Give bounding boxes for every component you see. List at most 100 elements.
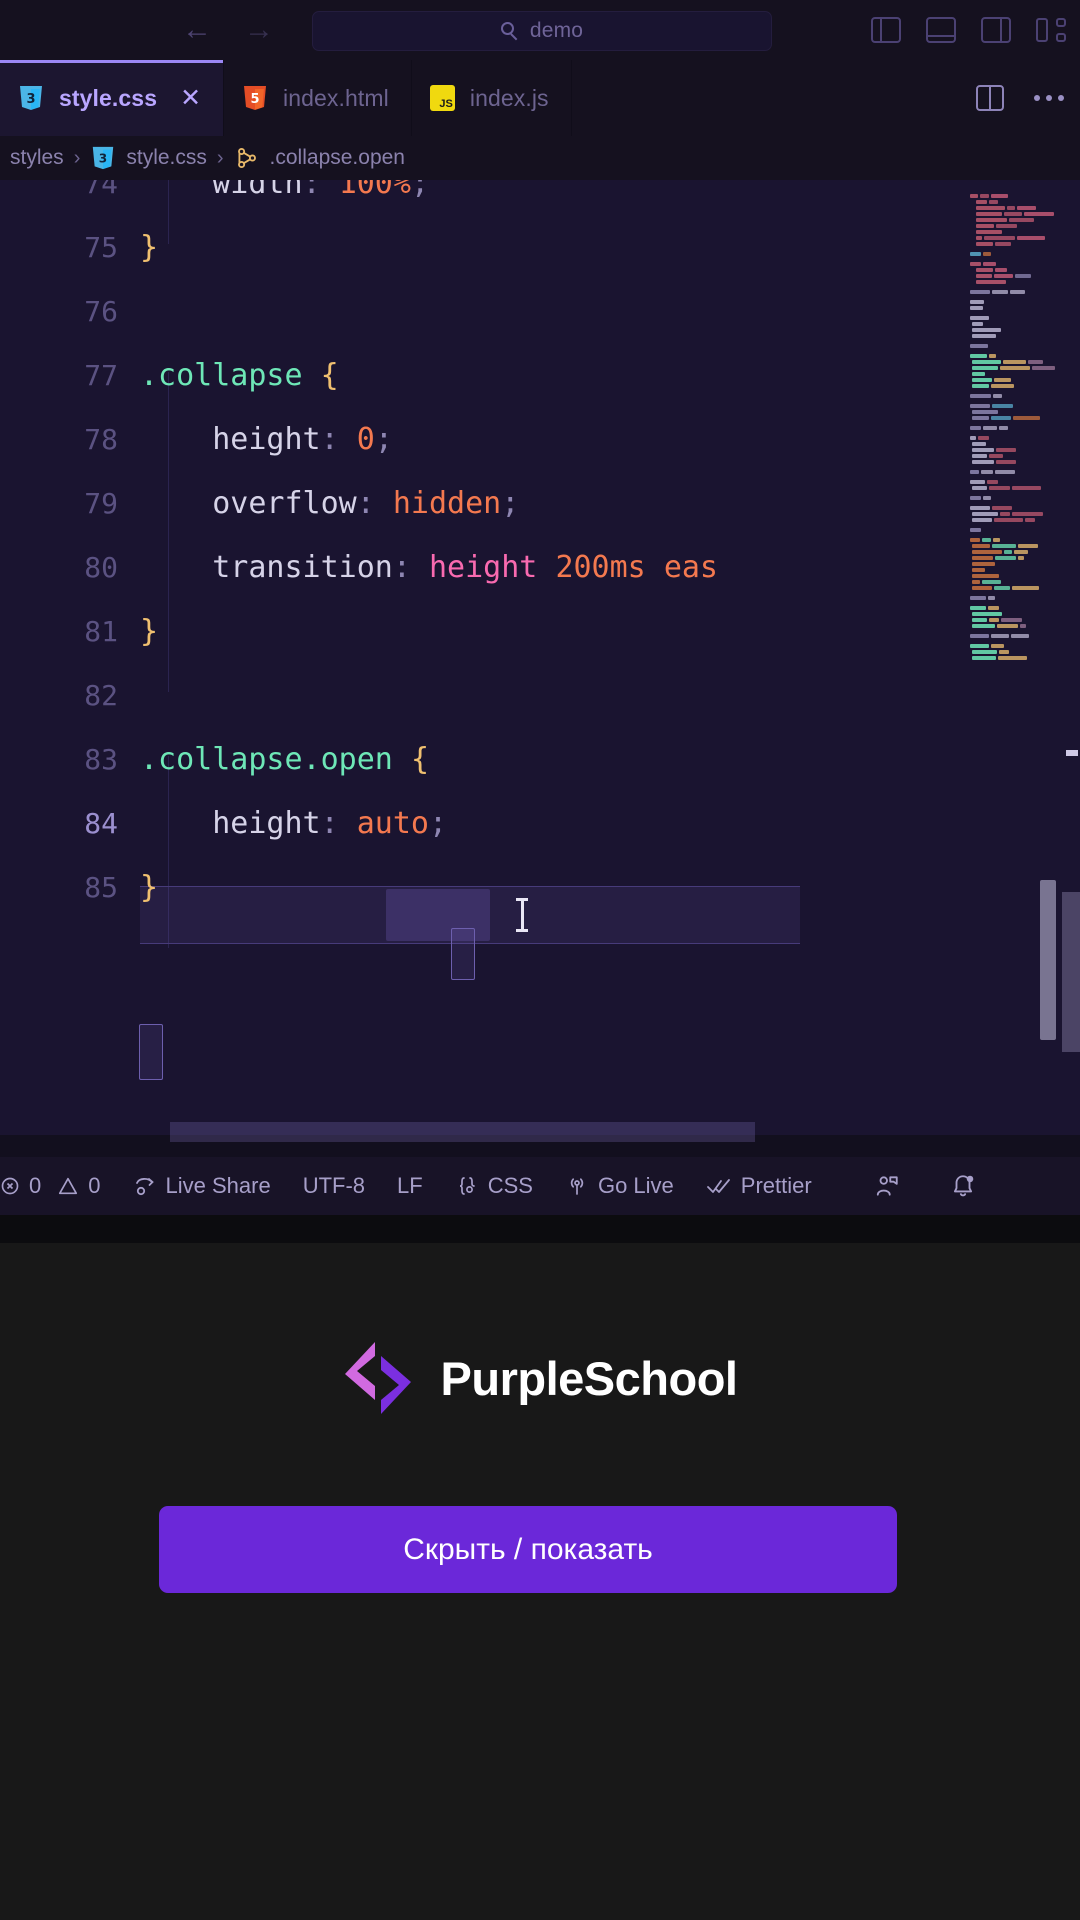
minimap-line bbox=[972, 328, 1001, 332]
code-token: ; bbox=[429, 806, 448, 841]
code-token: ; bbox=[374, 422, 393, 457]
arrow-left-icon[interactable]: ← bbox=[180, 13, 214, 47]
bracket-match-open-brace bbox=[451, 928, 475, 980]
minimap-line bbox=[997, 624, 1018, 628]
minimap-line bbox=[993, 538, 1000, 542]
code-line[interactable]: 75} bbox=[0, 216, 990, 280]
code-line[interactable]: 77 .collapse { bbox=[0, 344, 990, 408]
prettier-label: Prettier bbox=[740, 1173, 812, 1198]
code-line[interactable]: 74 width: 100%; bbox=[0, 180, 990, 216]
minimap-line bbox=[1010, 290, 1025, 294]
minimap-line bbox=[972, 618, 987, 622]
error-icon bbox=[0, 1176, 20, 1196]
close-icon[interactable]: ✕ bbox=[180, 85, 201, 111]
code-token: } bbox=[140, 230, 159, 265]
code-line[interactable]: 85} bbox=[0, 856, 990, 920]
status-encoding[interactable]: UTF-8 bbox=[287, 1157, 381, 1215]
minimap-line bbox=[970, 252, 981, 256]
line-number: 78 bbox=[84, 423, 118, 456]
minimap-line bbox=[992, 544, 1016, 548]
braces-icon bbox=[455, 1174, 479, 1198]
line-number: 77 bbox=[84, 359, 118, 392]
minimap-line bbox=[1003, 360, 1026, 364]
minimap-line bbox=[988, 596, 995, 600]
code-token: 100% bbox=[338, 180, 411, 201]
status-live-share[interactable]: Live Share bbox=[117, 1157, 287, 1215]
code-token: eas bbox=[663, 550, 718, 585]
split-editor-icon[interactable] bbox=[976, 85, 1004, 111]
minimap-line bbox=[989, 354, 996, 358]
code-line[interactable]: 80 transition: height 200ms eas bbox=[0, 536, 990, 600]
css-file-icon: 3 bbox=[18, 84, 44, 112]
code-token: height bbox=[212, 806, 321, 841]
minimap-line bbox=[972, 556, 993, 560]
encoding-label: UTF-8 bbox=[302, 1173, 366, 1198]
tab-index-js[interactable]: JS index.js bbox=[412, 60, 572, 136]
minimap-line bbox=[976, 274, 992, 278]
minimap-line bbox=[978, 436, 989, 440]
minimap-line bbox=[1028, 360, 1043, 364]
minimap-line bbox=[972, 460, 994, 464]
vertical-scrollbar-thumb[interactable] bbox=[1062, 892, 1080, 1052]
status-account[interactable] bbox=[858, 1157, 916, 1215]
toggle-collapse-button[interactable]: Скрыть / показать bbox=[159, 1506, 897, 1593]
code-line[interactable]: 76 bbox=[0, 280, 990, 344]
status-problems-warnings[interactable]: 0 bbox=[57, 1157, 116, 1215]
status-prettier[interactable]: Prettier bbox=[690, 1157, 828, 1215]
minimap-line bbox=[972, 574, 999, 578]
code-lines: 74 width: 100%; 75} 76 77 .collapse {78 heig… bbox=[0, 180, 990, 1107]
go-live-label: Go Live bbox=[597, 1173, 674, 1198]
minimap-line bbox=[991, 634, 1009, 638]
minimap-line bbox=[992, 404, 1013, 408]
code-line[interactable]: 84 height: auto; bbox=[0, 792, 990, 856]
ellipsis-icon[interactable] bbox=[1034, 95, 1064, 101]
status-notifications[interactable] bbox=[934, 1157, 992, 1215]
minimap-line bbox=[970, 470, 979, 474]
code-line[interactable]: 83 .collapse.open { bbox=[0, 728, 990, 792]
js-file-icon: JS bbox=[429, 85, 455, 111]
horizontal-scrollbar-thumb[interactable] bbox=[170, 1122, 755, 1142]
breadcrumb-item-selector[interactable]: .collapse.open bbox=[270, 146, 405, 170]
layout-sidebar-right-icon[interactable] bbox=[981, 17, 1011, 43]
tab-bar-actions bbox=[976, 60, 1064, 136]
tab-index-html[interactable]: 5 index.html bbox=[224, 60, 412, 136]
minimap-line bbox=[970, 394, 991, 398]
purpleschool-chevrons-logo bbox=[343, 1340, 413, 1416]
minimap-line bbox=[972, 378, 992, 382]
tab-style-css[interactable]: 3 style.css ✕ bbox=[0, 60, 225, 136]
layout-sidebar-left-icon[interactable] bbox=[871, 17, 901, 43]
minimap-line bbox=[970, 496, 981, 500]
code-editor[interactable]: 74 width: 100%; 75} 76 77 .collapse {78 heig… bbox=[0, 180, 1080, 1135]
minimap-line bbox=[1014, 550, 1028, 554]
minimap-line bbox=[1032, 366, 1055, 370]
layout-customize-icon[interactable] bbox=[1036, 17, 1066, 43]
status-eol[interactable]: LF bbox=[381, 1157, 439, 1215]
breadcrumb-item-style-css[interactable]: style.css bbox=[126, 146, 207, 170]
minimap-line bbox=[972, 366, 998, 370]
code-line[interactable]: 78 height: 0; bbox=[0, 408, 990, 472]
tab-label: index.js bbox=[469, 84, 549, 111]
code-line[interactable]: 82 bbox=[0, 664, 990, 728]
status-go-live[interactable]: Go Live bbox=[549, 1157, 690, 1215]
status-problems-errors[interactable]: 0 bbox=[0, 1157, 57, 1215]
arrow-right-icon[interactable]: → bbox=[242, 13, 276, 47]
minimap-line bbox=[972, 518, 992, 522]
screen-root: ← → demo 3 style.css ✕ 5 index.html JS i… bbox=[0, 0, 1080, 1920]
layout-panel-bottom-icon[interactable] bbox=[926, 17, 956, 43]
minimap-line bbox=[983, 496, 991, 500]
breadcrumb-item-styles[interactable]: styles bbox=[10, 146, 64, 170]
minimap-line bbox=[1004, 212, 1022, 216]
search-icon bbox=[500, 21, 520, 41]
css-selector-symbol-icon bbox=[234, 145, 260, 171]
code-line[interactable]: 81} bbox=[0, 600, 990, 664]
code-line[interactable]: 79 overflow: hidden; bbox=[0, 472, 990, 536]
status-language-mode[interactable]: CSS bbox=[439, 1157, 549, 1215]
command-center-search[interactable]: demo bbox=[312, 11, 772, 51]
minimap[interactable] bbox=[968, 180, 1055, 1135]
minimap-slider[interactable] bbox=[1040, 880, 1056, 1040]
minimap-line bbox=[991, 644, 1004, 648]
minimap-line bbox=[991, 416, 1011, 420]
